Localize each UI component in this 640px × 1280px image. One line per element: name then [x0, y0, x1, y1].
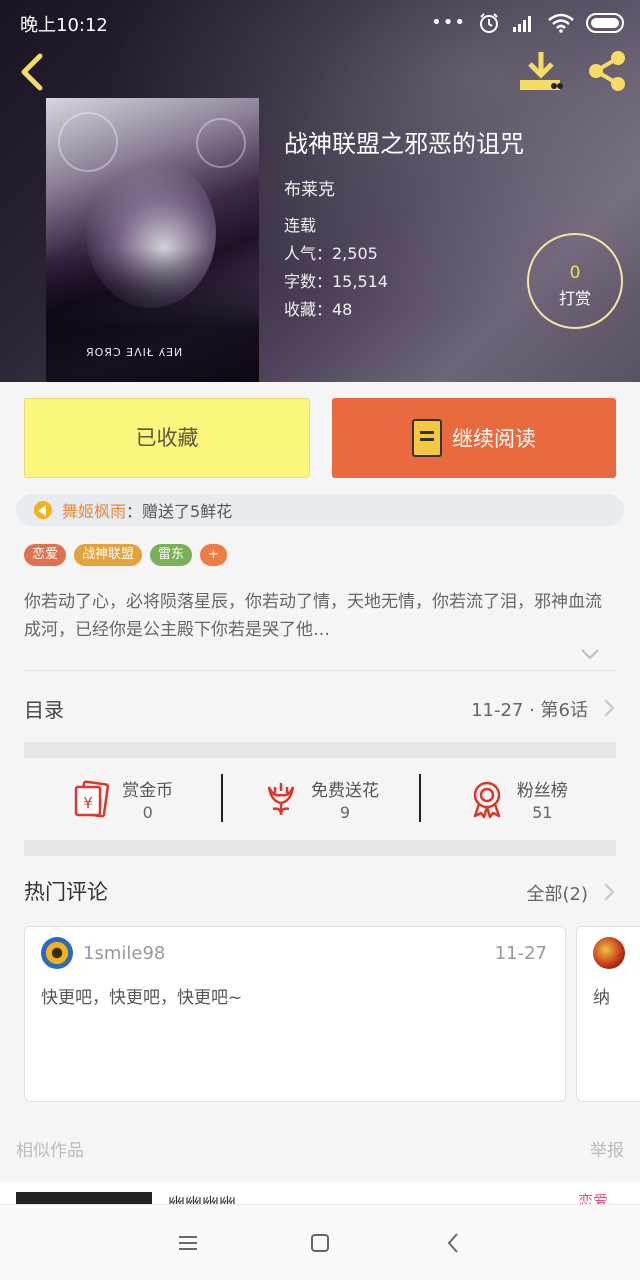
chevron-right-icon[interactable] [602, 881, 616, 903]
wifi-icon [548, 13, 574, 33]
similar-works-header: 相似作品 举报 [16, 1136, 624, 1162]
reward-coins-stat[interactable]: ¥ 赏金币 0 [24, 764, 221, 834]
book-word-count: 字数：15,514 [284, 272, 388, 291]
continue-reading-label: 继续阅读 [452, 427, 536, 451]
fan-ranking-value: 51 [532, 803, 553, 822]
tip-label: 打赏 [558, 289, 591, 308]
similar-work-item[interactable]: 幽幽幽幽 恋爱 [0, 1182, 640, 1206]
comment-card[interactable]: 1smile98 11-27 快更吧，快更吧，快更吧~ [24, 926, 566, 1102]
book-status: 连载 [284, 216, 317, 235]
status-time: 晚上10:12 [20, 15, 108, 36]
book-info: 战神联盟之邪恶的诅咒 布莱克 连载 人气：2,505 字数：15,514 收藏：… [284, 124, 524, 324]
latest-chapter: 11-27 · 第6话 [471, 700, 588, 721]
svg-text:¥: ¥ [83, 794, 93, 812]
home-icon[interactable] [306, 1229, 334, 1257]
free-flower-value: 9 [339, 803, 351, 822]
reward-coins-label: 赏金币 [122, 781, 174, 801]
fan-ranking-stat[interactable]: 粉丝榜 51 [418, 764, 616, 834]
book-cover-image[interactable]: ЯOЯƆ ƎΛIŁ ʎƎИ [46, 98, 259, 382]
toc-label: 目录 [24, 698, 64, 722]
book-description: 你若动了心，必将陨落星辰，你若动了情，天地无情，你若流了泪，邪神血流成河，已经你… [24, 592, 602, 640]
table-of-contents-row[interactable]: 目录 11-27 · 第6话 [24, 688, 616, 728]
flower-icon [267, 783, 295, 816]
all-comments-link[interactable]: 全部(2) [527, 880, 589, 906]
menu-icon[interactable] [174, 1229, 202, 1257]
tag-character[interactable]: 雷东 [150, 544, 193, 566]
back-arrow-icon[interactable] [14, 50, 50, 94]
battery-icon [586, 13, 624, 33]
reward-coins-value: 0 [142, 803, 153, 822]
medal-icon [473, 781, 501, 819]
report-button[interactable]: 举报 [590, 1136, 624, 1161]
hot-comments-header: 热门评论 全部(2) [24, 872, 616, 912]
hot-comments-title: 热门评论 [24, 880, 108, 904]
fan-ranking-label: 粉丝榜 [516, 781, 568, 801]
support-stats: ¥ 赏金币 0 免费送花 9 粉丝榜 51 [24, 764, 616, 834]
share-icon[interactable] [584, 48, 630, 94]
status-bar: 晚上10:12 ••• [0, 0, 640, 46]
comment-card[interactable]: 纳 [576, 926, 640, 1102]
favorite-button[interactable]: 已收藏 [24, 398, 310, 478]
section-separator [24, 742, 616, 758]
back-icon[interactable] [440, 1229, 468, 1257]
continue-reading-button[interactable]: 继续阅读 [332, 398, 616, 478]
comment-user[interactable]: 1smile98 [83, 943, 165, 964]
download-icon[interactable] [516, 48, 566, 94]
book-author[interactable]: 布莱克 [284, 175, 524, 200]
cover-caption: ЯOЯƆ ƎΛIŁ ʎƎИ [86, 346, 184, 359]
signal-icon [513, 16, 531, 32]
book-popularity: 人气：2,505 [284, 244, 378, 263]
avatar[interactable] [41, 937, 73, 969]
tag-romance[interactable]: 恋爱 [24, 544, 67, 566]
chevron-right-icon [604, 699, 615, 717]
system-nav-bar [0, 1204, 640, 1280]
tip-button[interactable]: 0 打赏 [527, 233, 623, 329]
comment-date: 11-27 [494, 943, 547, 964]
divider [24, 670, 616, 671]
notification-dots-icon: ••• [431, 12, 466, 33]
comment-text: 快更吧，快更吧，快更吧~ [41, 988, 243, 1008]
alarm-icon [480, 13, 498, 33]
tip-count: 0 [569, 263, 581, 283]
similar-works-label: 相似作品 [16, 1141, 84, 1161]
chevron-down-icon[interactable] [578, 646, 602, 662]
gift-text: ：赠送了5鲜花 [126, 502, 233, 521]
book-icon [412, 419, 442, 457]
gift-notice: 舞姬枫雨 ：赠送了5鲜花 [16, 494, 624, 526]
tag-seer-league[interactable]: 战神联盟 [74, 544, 143, 566]
tag-list: 恋爱 战神联盟 雷东 + [24, 544, 227, 566]
free-flower-label: 免费送花 [310, 781, 379, 801]
book-favorites: 收藏：48 [284, 300, 353, 319]
add-tag-button[interactable]: + [200, 544, 227, 566]
comment-text: 纳 [593, 988, 610, 1008]
gift-user[interactable]: 舞姬枫雨 [62, 498, 126, 522]
free-flower-stat[interactable]: 免费送花 9 [221, 764, 418, 834]
red-envelope-icon: ¥ [74, 780, 110, 818]
avatar[interactable] [593, 937, 625, 969]
section-separator [24, 840, 616, 856]
book-title: 战神联盟之邪恶的诅咒 [284, 130, 524, 158]
horn-icon [34, 501, 52, 519]
